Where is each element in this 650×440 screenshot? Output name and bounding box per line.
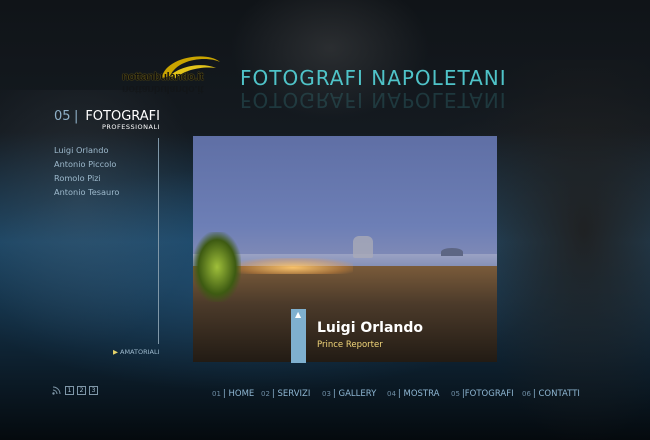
photographer-link-antonio-piccolo[interactable]: Antonio Piccolo: [54, 157, 119, 171]
caption-subtitle: Prince Reporter: [317, 340, 383, 350]
logo-text-reflection: nottanbulando.it: [122, 83, 204, 95]
site-logo[interactable]: nottanbulando.it nottanbulando.it: [120, 52, 232, 102]
photo-island: [441, 248, 463, 256]
background-horse-silhouette: [470, 60, 650, 440]
amatoriali-label: AMATORIALI: [120, 348, 160, 356]
photographer-link-romolo-pizi[interactable]: Romolo Pizi: [54, 171, 119, 185]
section-header: 05 | FOTOGRAFI PROFESSIONALI: [54, 109, 160, 133]
nav-mostra-num: 04: [387, 390, 396, 398]
photo-tree: [193, 232, 241, 302]
nav-contatti[interactable]: 06 | CONTATTI: [522, 389, 580, 399]
page-2-button[interactable]: 2: [77, 386, 86, 395]
photographer-link-antonio-tesauro[interactable]: Antonio Tesauro: [54, 185, 119, 199]
nav-gallery[interactable]: 03 | GALLERY: [322, 389, 376, 399]
nav-servizi[interactable]: 02 | SERVIZI: [261, 389, 310, 399]
nav-mostra-label: | MOSTRA: [397, 389, 440, 399]
nav-gallery-label: | GALLERY: [332, 389, 377, 399]
photo-lights: [233, 258, 353, 274]
logo-text: nottanbulando.it: [122, 71, 204, 83]
photo-tower: [353, 236, 373, 258]
section-separator: |: [74, 109, 79, 124]
page-3-button[interactable]: 3: [89, 386, 98, 395]
amatoriali-link[interactable]: ▶ AMATORIALI: [113, 348, 160, 356]
sidebar-divider: [158, 138, 159, 344]
nav-fotografi[interactable]: 05 |FOTOGRAFI: [451, 389, 514, 399]
caption-up-arrow-icon[interactable]: ▲: [295, 310, 301, 319]
nav-fotografi-num: 05: [451, 390, 460, 398]
nav-contatti-label: | CONTATTI: [532, 389, 580, 399]
site-title: FOTOGRAFI NAPOLETANI: [240, 66, 507, 90]
page-1-button[interactable]: 1: [65, 386, 74, 395]
play-arrow-icon: ▶: [113, 348, 118, 356]
nav-fotografi-label: |FOTOGRAFI: [461, 389, 514, 399]
nav-gallery-num: 03: [322, 390, 331, 398]
section-number: 05: [54, 109, 71, 124]
rss-icon[interactable]: [52, 386, 61, 395]
nav-home[interactable]: 01 | HOME: [212, 389, 254, 399]
nav-servizi-label: | SERVIZI: [271, 389, 311, 399]
nav-servizi-num: 02: [261, 390, 270, 398]
site-title-reflection: FOTOGRAFI NAPOLETANI: [240, 88, 507, 112]
section-subtitle: PROFESSIONALI: [101, 123, 160, 131]
photographer-link-luigi-orlando[interactable]: Luigi Orlando: [54, 143, 119, 157]
nav-contatti-num: 06: [522, 390, 531, 398]
photographer-list: Luigi Orlando Antonio Piccolo Romolo Piz…: [54, 143, 119, 199]
nav-mostra[interactable]: 04 | MOSTRA: [387, 389, 439, 399]
section-title: FOTOGRAFI: [85, 109, 160, 124]
nav-home-label: | HOME: [222, 389, 255, 399]
caption-name: Luigi Orlando: [317, 320, 424, 336]
nav-home-num: 01: [212, 390, 221, 398]
